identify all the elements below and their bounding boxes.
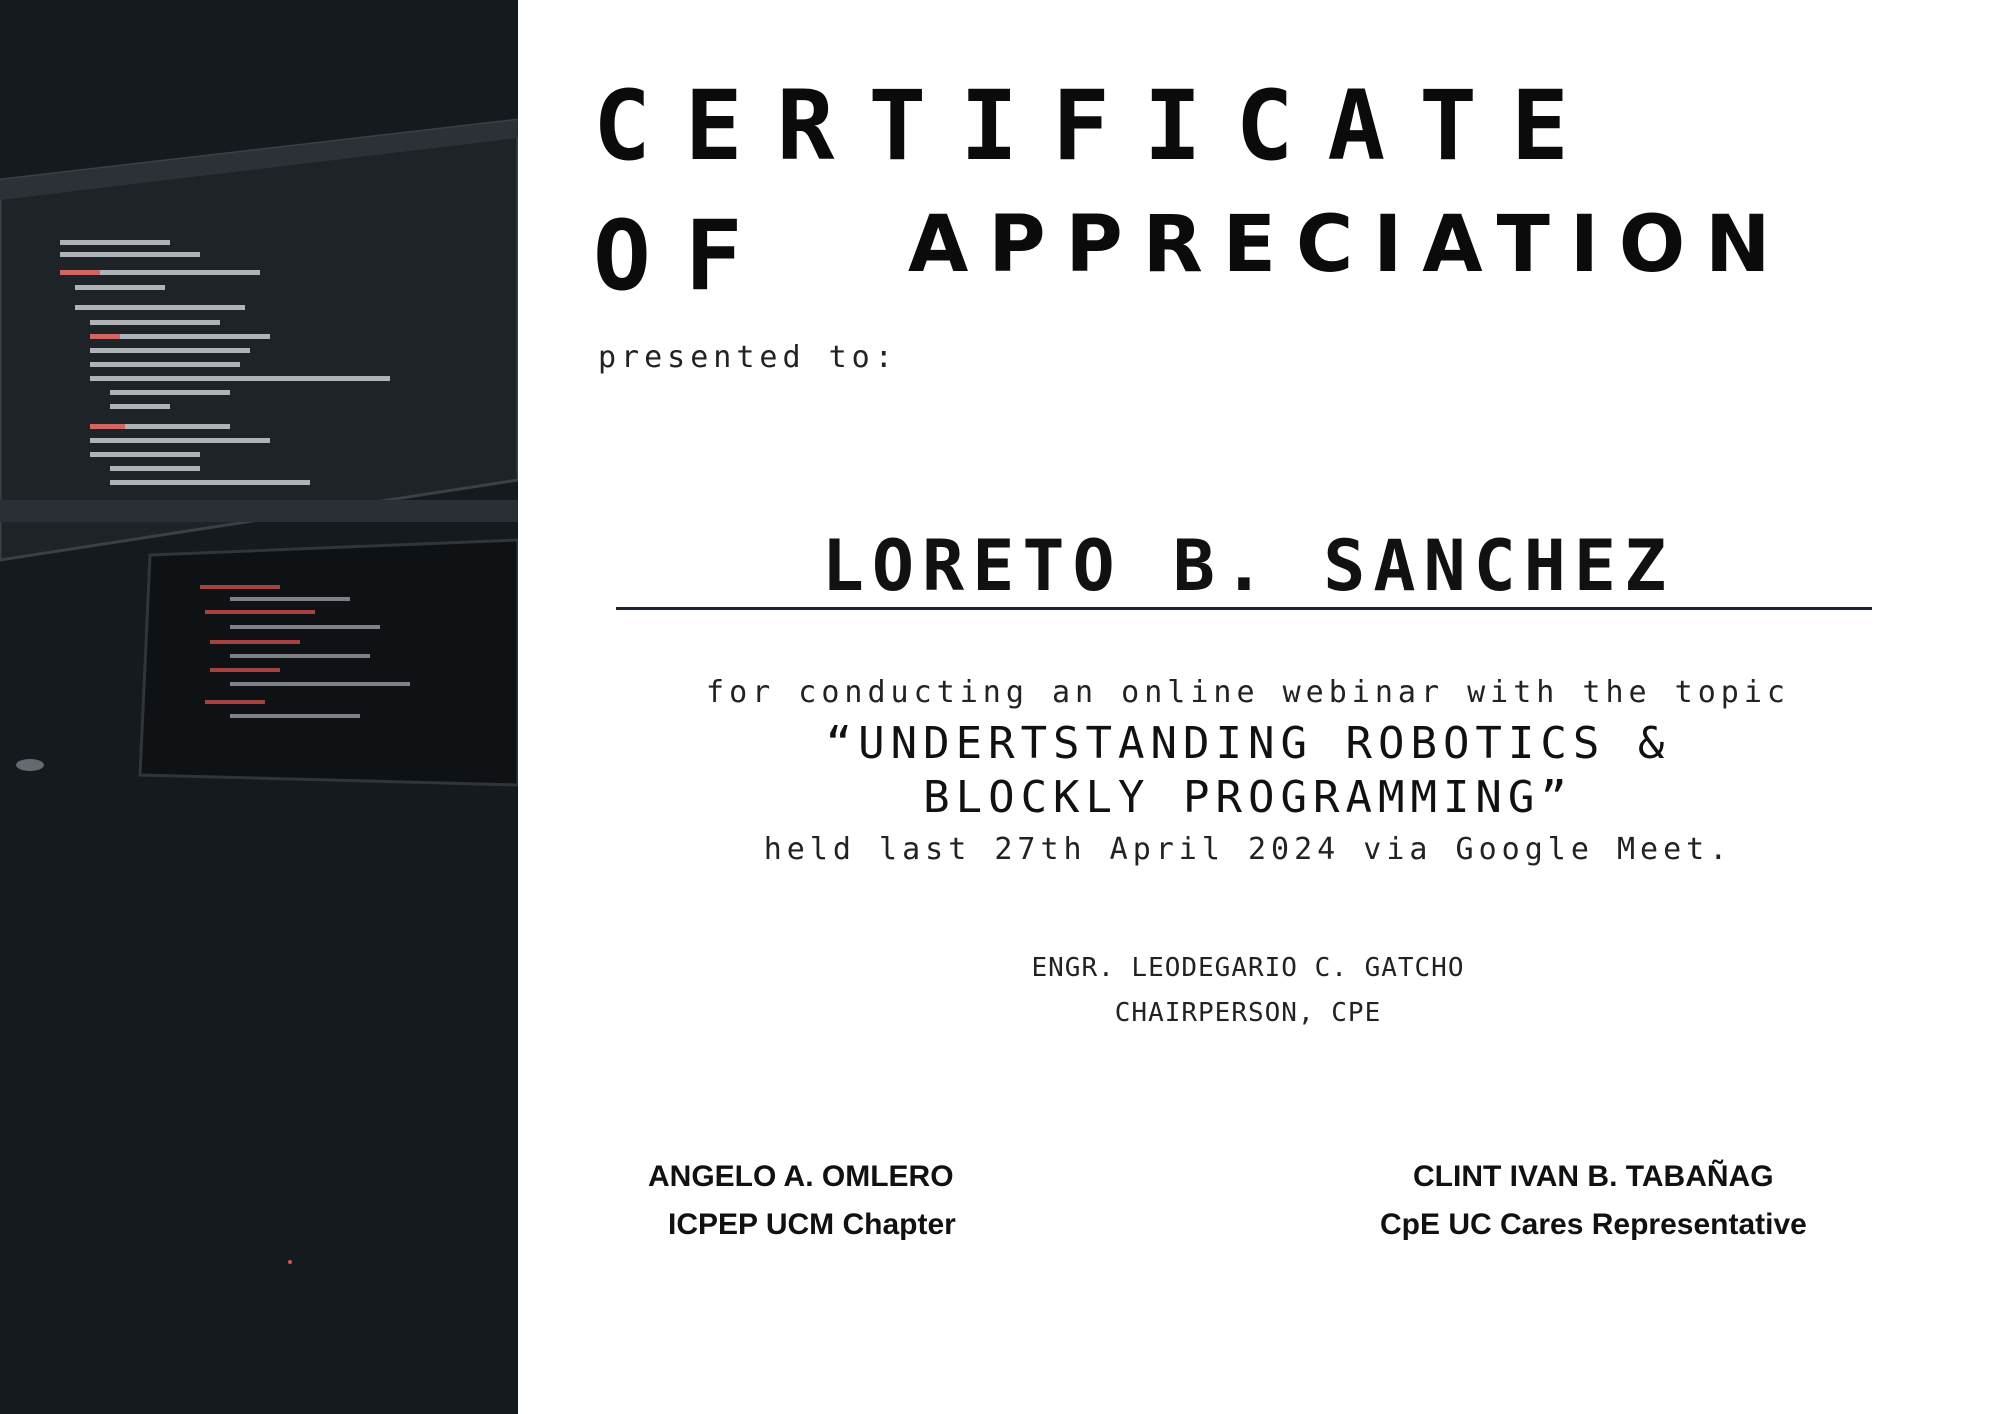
certificate-body: CERTIFICATE OF APPRECIATION presented to… — [518, 0, 2000, 1414]
signatory-role: ICPEP UCM Chapter — [668, 1208, 956, 1241]
monitor-code-illustration — [0, 0, 518, 1414]
chairperson-name: ENGR. LEODEGARIO C. GATCHO — [1031, 953, 1465, 983]
code-photo-panel — [0, 0, 518, 1414]
certificate-title-appreciation: APPRECIATION — [908, 200, 1791, 290]
presented-to-label: presented to: — [598, 340, 898, 375]
signatory-role: CpE UC Cares Representative — [1380, 1208, 1807, 1241]
laptop-screen — [138, 538, 518, 787]
topic-line-1: “UNDERTSTANDING ROBOTICS & — [825, 718, 1671, 769]
event-date-text: held last 27th April 2024 via Google Mee… — [763, 832, 1733, 867]
signatory-name: ANGELO A. OMLERO — [648, 1160, 954, 1193]
signatory-name: CLINT IVAN B. TABAÑAG — [1413, 1160, 1774, 1193]
topic-line-2: BLOCKLY PROGRAMMING” — [923, 772, 1573, 823]
chairperson-role: CHAIRPERSON, CPE — [1114, 998, 1382, 1028]
certificate-title-of: OF — [593, 200, 777, 312]
certificate-title: CERTIFICATE — [593, 70, 1603, 182]
name-underline — [616, 607, 1872, 610]
description-text: for conducting an online webinar with th… — [706, 675, 1790, 710]
recipient-name: LORETO B. SANCHEZ — [821, 525, 1675, 607]
